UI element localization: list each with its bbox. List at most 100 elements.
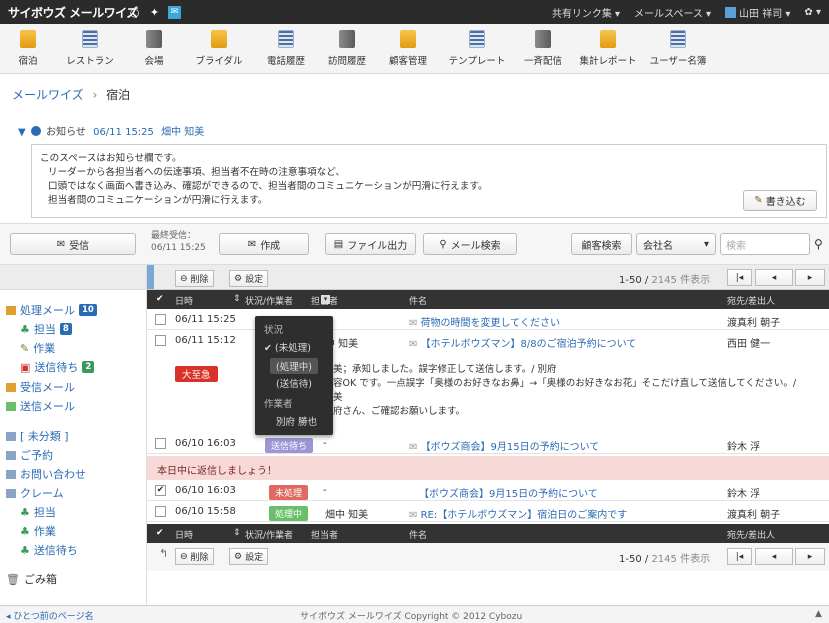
first-page-button[interactable]: |◂ <box>727 548 752 565</box>
sidebar-item-processing[interactable]: 処理メール 10 <box>6 302 97 318</box>
app-logo[interactable]: サイボウズ メールワイズ <box>0 4 138 21</box>
table-row[interactable]: 06/10 16:03 送信待ち - ✉ 【ボウズ商会】9月15日の予約について… <box>147 434 829 454</box>
col-subject[interactable]: 件名 <box>409 528 427 541</box>
row-subject[interactable]: ✉ 荷物の時間を変更してください <box>409 314 560 329</box>
search-icon[interactable]: ⚲ <box>814 237 823 251</box>
col-date[interactable]: 日時 <box>175 528 193 541</box>
user-menu[interactable]: 山田 祥司 ▾ <box>725 5 790 20</box>
customer-search-button[interactable]: 顧客検索 <box>571 233 632 255</box>
sidebar-item-reservation[interactable]: ご予約 <box>6 447 53 463</box>
collapse-handle[interactable] <box>147 265 154 289</box>
sidebar-item-assigned[interactable]: ♣ 担当 8 <box>20 321 72 337</box>
app-label: 電話履歴 <box>266 56 305 67</box>
sidebar-item-sent[interactable]: 送信メール <box>6 398 75 414</box>
row-checkbox[interactable] <box>155 335 166 346</box>
row-subject[interactable]: ✉ RE:【ホテルボウズマン】宿泊日のご案内です <box>409 506 627 521</box>
write-button[interactable]: ✎ 書き込む <box>743 190 817 211</box>
compose-button[interactable]: ✉ 作成 <box>219 233 309 255</box>
app-venue[interactable]: 会場 <box>124 24 184 73</box>
sidebar-item-claim-assigned[interactable]: ♣ 担当 <box>20 504 56 520</box>
col-from[interactable]: 宛先/差出人 <box>727 294 775 307</box>
delete-button[interactable]: ⊖ 削除 <box>175 270 214 287</box>
sidebar-item-trash[interactable]: 🗑 ごみ箱 <box>6 571 57 587</box>
app-restaurant[interactable]: レストラン <box>56 24 124 73</box>
circle-icon[interactable]: ○ <box>128 6 141 19</box>
export-button[interactable]: ▤ ファイル出力 <box>325 233 416 255</box>
dropdown-option-processing[interactable]: (処理中) <box>270 358 318 374</box>
settings-button[interactable]: ⚙ 設定 <box>229 548 269 565</box>
select-all-checkbox[interactable]: ✔ <box>156 528 164 538</box>
collapse-icon[interactable]: ▼ <box>18 127 26 138</box>
row-subject[interactable]: ✉ 【ボウズ商会】9月15日の予約について <box>409 438 599 453</box>
settings-button[interactable]: ⚙ 設定 <box>229 270 269 287</box>
row-date: 06/11 15:25 <box>175 314 236 325</box>
row-checkbox[interactable] <box>155 506 166 517</box>
row-subject[interactable]: ✉ 【ホテルボウズマン】8/8のご宿泊予約について <box>409 335 636 350</box>
select-all-checkbox[interactable]: ✔ <box>156 294 164 304</box>
delete-button[interactable]: ⊖ 削除 <box>175 548 214 565</box>
table-row[interactable]: 06/10 15:58 処理中 畑中 知美 ✉ RE:【ホテルボウズマン】宿泊日… <box>147 502 829 522</box>
dropdown-toggle-icon[interactable]: ▾ <box>321 295 330 304</box>
app-label: 訪問履歴 <box>327 56 366 67</box>
status-badge[interactable]: 処理中 <box>269 506 309 521</box>
status-badge[interactable]: 送信待ち <box>265 438 314 453</box>
row-checkbox[interactable] <box>155 438 166 449</box>
app-broadcast[interactable]: 一斉配信 <box>514 24 572 73</box>
sidebar-item-claim-work[interactable]: ♣ 作業 <box>20 523 56 539</box>
sidebar-item-wait[interactable]: ▣ 送信待ち 2 <box>20 359 95 375</box>
notice-header[interactable]: ▼ お知らせ 06/11 15:25 畑中 知美 <box>18 123 204 138</box>
app-customers[interactable]: 顧客管理 <box>376 24 440 73</box>
dropdown-option-waiting[interactable]: (送信待) <box>276 376 312 390</box>
row-checkbox[interactable] <box>155 314 166 325</box>
app-bridal[interactable]: ブライダル <box>184 24 254 73</box>
table-row[interactable]: ✔ 06/10 16:03 未処理 - 【ボウズ商会】9月15日の予約について … <box>147 481 829 501</box>
prev-page-link[interactable]: ◂ ひとつ前のページ名 <box>6 609 94 622</box>
app-phone-history[interactable]: 電話履歴 <box>254 24 318 73</box>
mail-search-button[interactable]: ⚲ メール検索 <box>423 233 517 255</box>
sidebar-item-work[interactable]: ✎ 作業 <box>20 340 55 356</box>
toolbar: ✉ 受信 最終受信： 06/11 15:25 ✉ 作成 ▤ ファイル出力 ⚲ メール検索 … <box>0 223 829 265</box>
row-checkbox[interactable]: ✔ <box>155 485 166 496</box>
notice-author[interactable]: 畑中 知美 <box>161 127 204 138</box>
prev-page-button[interactable]: ◂ <box>755 548 793 565</box>
shared-links-menu[interactable]: 共有リンク集 ▾ <box>552 5 620 20</box>
row-subject[interactable]: 【ボウズ商会】9月15日の予約について <box>419 485 598 500</box>
app-templates[interactable]: テンプレート <box>440 24 514 73</box>
sidebar-item-inquiry[interactable]: お問い合わせ <box>6 466 86 482</box>
sidebar-item-unclassified[interactable]: [ 未分類 ] <box>6 428 69 444</box>
status-badge[interactable]: 未処理 <box>269 485 309 500</box>
gear-icon[interactable]: ✿ ▾ <box>804 7 821 18</box>
dropdown-option-worker[interactable]: 別府 勝也 <box>276 414 317 428</box>
first-page-button[interactable]: |◂ <box>727 269 752 286</box>
scroll-top-button[interactable]: ▲ <box>815 609 822 619</box>
col-subject[interactable]: 件名 <box>409 294 427 307</box>
dropdown-option-unprocessed[interactable]: ✔ (未処理) <box>264 340 311 354</box>
receive-button[interactable]: ✉ 受信 <box>10 233 136 255</box>
col-assignee[interactable]: 担当者 <box>311 528 338 541</box>
col-date[interactable]: 日時 <box>175 294 193 307</box>
table-row[interactable]: 06/11 15:25 ✉ 荷物の時間を変更してください 渡真利 朝子 <box>147 310 829 330</box>
breadcrumb-root[interactable]: メールワイズ <box>12 88 84 102</box>
app-visit-history[interactable]: 訪問履歴 <box>318 24 376 73</box>
sort-icon[interactable]: ⇕ <box>233 528 241 538</box>
app-reports[interactable]: 集計レポート <box>572 24 644 73</box>
sort-icon[interactable]: ⇕ <box>233 294 241 304</box>
search-input[interactable]: 検索 <box>720 233 810 255</box>
company-select[interactable]: 会社名 ▾ <box>636 233 716 255</box>
sidebar-item-claim[interactable]: クレーム <box>6 485 64 501</box>
prev-page-button[interactable]: ◂ <box>755 269 793 286</box>
next-page-button[interactable]: ▸ <box>795 548 825 565</box>
pin-icon[interactable]: ✦ <box>148 6 161 19</box>
table-row[interactable]: 06/11 15:12 中 知美 ✉ 【ホテルボウズマン】8/8のご宿泊予約につ… <box>147 331 829 351</box>
sidebar-item-claim-wait[interactable]: ♣ 送信待ち <box>20 542 78 558</box>
col-from[interactable]: 宛先/差出人 <box>727 528 775 541</box>
mail-spaces-menu[interactable]: メールスペース ▾ <box>634 5 711 20</box>
app-hotel[interactable]: 宿泊 <box>0 24 56 73</box>
app-label: 会場 <box>144 56 164 67</box>
app-user-directory[interactable]: ユーザー名簿 <box>644 24 712 73</box>
sidebar-item-inbox[interactable]: 受信メール <box>6 379 75 395</box>
col-status[interactable]: 状況/作業者 <box>245 528 293 541</box>
next-page-button[interactable]: ▸ <box>795 269 825 286</box>
mail-icon[interactable]: ✉ <box>168 5 181 19</box>
col-status[interactable]: 状況/作業者 <box>245 294 293 307</box>
